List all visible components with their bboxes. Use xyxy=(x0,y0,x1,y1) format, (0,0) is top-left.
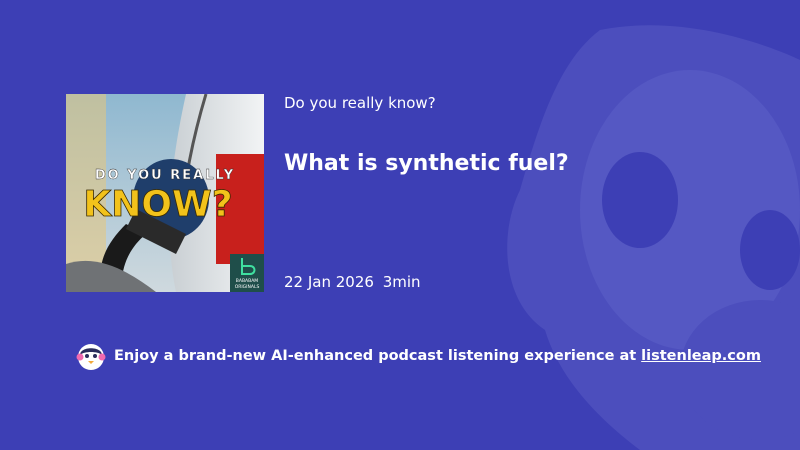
episode-duration: 3min xyxy=(382,273,421,291)
promo-text: Enjoy a brand-new AI-enhanced podcast li… xyxy=(114,348,637,364)
cover-big-text: KNOW? xyxy=(83,184,232,225)
episode-date: 22 Jan 2026 xyxy=(284,273,374,291)
cover-top-text: DO YOU REALLY xyxy=(95,168,235,183)
listenleap-link[interactable]: listenleap.com xyxy=(641,348,761,364)
listenleap-mascot-icon xyxy=(76,344,106,370)
podcast-cover-art: DO YOU REALLY KNOW? BABABAM ORIGINALS xyxy=(66,94,264,292)
show-name[interactable]: Do you really know? xyxy=(284,94,436,112)
episode-meta: 22 Jan 2026 3min xyxy=(284,273,421,291)
badge-line2: ORIGINALS xyxy=(235,284,260,290)
promo-banner: Enjoy a brand-new AI-enhanced podcast li… xyxy=(76,341,761,371)
episode-title[interactable]: What is synthetic fuel? xyxy=(284,151,569,176)
bababam-originals-badge: BABABAM ORIGINALS xyxy=(230,254,264,292)
badge-line1: BABABAM xyxy=(236,278,258,284)
